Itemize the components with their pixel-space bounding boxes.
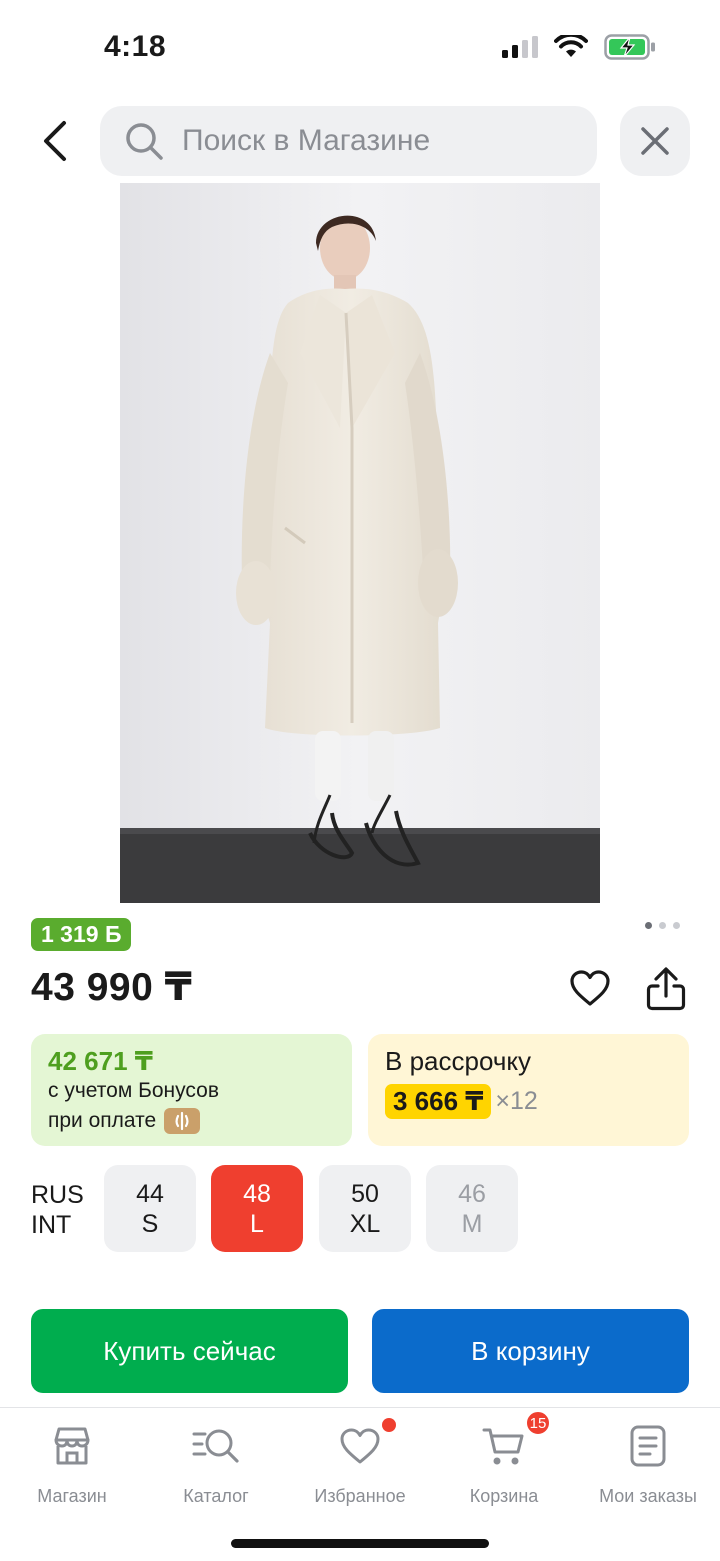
tab-favorites[interactable]: Избранное bbox=[288, 1418, 432, 1507]
size-option-50[interactable]: 50 XL bbox=[319, 1165, 411, 1252]
wifi-icon bbox=[554, 35, 588, 57]
size-rus: 50 bbox=[351, 1179, 379, 1208]
bonus-points-badge: 1 319 Б bbox=[31, 918, 132, 951]
tab-catalog[interactable]: Каталог bbox=[144, 1422, 288, 1507]
tab-label: Каталог bbox=[183, 1486, 249, 1506]
size-system-labels: RUS INT bbox=[31, 1180, 84, 1240]
installment-row: 3 666 ₸ ×12 bbox=[385, 1084, 672, 1119]
chevron-left-icon bbox=[44, 121, 66, 161]
store-icon bbox=[54, 1427, 90, 1465]
status-time: 4:18 bbox=[104, 30, 167, 63]
pager-dot bbox=[645, 922, 652, 929]
bottom-tab-bar: Магазин Каталог Избранное 15 Корзина Мои… bbox=[0, 1407, 720, 1561]
catalog-search-icon bbox=[192, 1429, 239, 1463]
share-icon bbox=[646, 967, 686, 1011]
bonus-price-amount: 42 671 ₸ bbox=[48, 1046, 153, 1076]
buy-now-button[interactable]: Купить сейчас bbox=[31, 1309, 348, 1393]
bonus-price-card[interactable]: 42 671 ₸ с учетом Бонусов при оплате bbox=[31, 1034, 352, 1146]
product-image[interactable] bbox=[120, 183, 600, 903]
battery-charging-icon bbox=[604, 34, 655, 60]
product-photo-illustration bbox=[120, 183, 600, 903]
add-to-cart-button[interactable]: В корзину bbox=[372, 1309, 689, 1393]
orders-icon bbox=[630, 1425, 666, 1467]
size-option-44[interactable]: 44 S bbox=[104, 1165, 196, 1252]
close-search-button[interactable] bbox=[620, 106, 690, 176]
heart-icon bbox=[340, 1428, 380, 1464]
size-int: XL bbox=[349, 1209, 381, 1238]
heart-icon bbox=[570, 970, 610, 1006]
tab-label: Корзина bbox=[469, 1486, 539, 1506]
size-option-46[interactable]: 46 M bbox=[426, 1165, 518, 1252]
bonus-price-note: с учетом Бонусов bbox=[48, 1079, 219, 1102]
share-button[interactable] bbox=[641, 963, 691, 1015]
search-bar[interactable] bbox=[100, 106, 597, 176]
installment-multiplier: ×12 bbox=[495, 1087, 538, 1115]
cart-icon bbox=[482, 1428, 524, 1465]
tab-my-orders[interactable]: Мои заказы bbox=[576, 1422, 720, 1507]
cart-count-badge: 15 bbox=[525, 1410, 551, 1436]
tab-store[interactable]: Магазин bbox=[0, 1422, 144, 1507]
bonus-payment-note: при оплате bbox=[48, 1109, 157, 1132]
tab-label: Магазин bbox=[37, 1486, 107, 1506]
search-input[interactable] bbox=[182, 124, 562, 158]
payment-logo-icon bbox=[164, 1108, 201, 1134]
product-price: 43 990 ₸ bbox=[31, 966, 193, 1009]
size-label-rus: RUS bbox=[31, 1181, 84, 1209]
size-int: M bbox=[461, 1209, 483, 1238]
size-rus: 46 bbox=[458, 1179, 486, 1208]
installment-title: В рассрочку bbox=[385, 1046, 532, 1076]
close-icon bbox=[641, 127, 669, 155]
size-rus: 44 bbox=[136, 1179, 164, 1208]
size-option-48[interactable]: 48 L bbox=[211, 1165, 303, 1252]
bonus-payment-row: при оплате bbox=[48, 1106, 335, 1136]
status-icons bbox=[502, 34, 656, 60]
favorites-indicator-dot bbox=[382, 1418, 396, 1432]
size-label-int: INT bbox=[31, 1211, 72, 1239]
image-pager-dots bbox=[645, 922, 680, 929]
favorite-button[interactable] bbox=[566, 964, 614, 1012]
search-icon bbox=[126, 123, 163, 160]
size-int: L bbox=[250, 1209, 264, 1238]
cellular-signal-icon bbox=[502, 36, 538, 58]
tab-label: Мои заказы bbox=[599, 1486, 697, 1506]
tab-label: Избранное bbox=[314, 1486, 406, 1506]
installment-monthly-amount: 3 666 ₸ bbox=[385, 1084, 492, 1119]
size-rus: 48 bbox=[243, 1179, 271, 1208]
home-indicator[interactable] bbox=[231, 1539, 489, 1548]
pager-dot bbox=[659, 922, 666, 929]
size-int: S bbox=[141, 1209, 159, 1238]
back-button[interactable] bbox=[28, 112, 80, 170]
tab-cart[interactable]: 15 Корзина bbox=[432, 1410, 576, 1507]
installment-card[interactable]: В рассрочку 3 666 ₸ ×12 bbox=[368, 1034, 689, 1146]
pager-dot bbox=[673, 922, 680, 929]
